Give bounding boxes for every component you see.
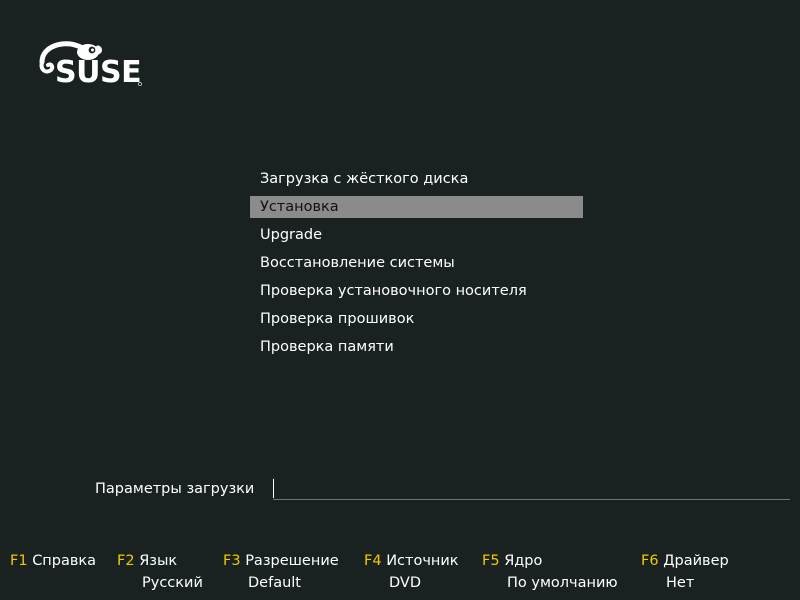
fkey-value: По умолчанию [507, 575, 618, 591]
fkey-value: DVD [389, 575, 421, 591]
fkey-driver[interactable]: F6 Драйвер Нет [641, 550, 729, 594]
fkey-source[interactable]: F4 Источник DVD [364, 550, 459, 594]
suse-logo: SUSE [38, 38, 148, 90]
menu-item-upgrade[interactable]: Upgrade [250, 224, 583, 246]
fkey-language[interactable]: F2 Язык Русский [117, 550, 203, 594]
function-key-bar: F1 Справка F2 Язык Русский F3 Разрешение… [0, 550, 800, 596]
fkey-label: Справка [32, 553, 97, 569]
fkey-value: Нет [666, 575, 695, 591]
fkey-label: Ядро [504, 553, 543, 569]
menu-item-firmware-test[interactable]: Проверка прошивок [250, 308, 583, 330]
menu-item-rescue-system[interactable]: Восстановление системы [250, 252, 583, 274]
fkey-value: Default [248, 575, 301, 591]
fkey-code: F5 [482, 553, 500, 569]
text-cursor [273, 479, 274, 498]
menu-item-memory-test[interactable]: Проверка памяти [250, 336, 583, 358]
fkey-code: F3 [223, 553, 241, 569]
fkey-label: Драйвер [663, 553, 729, 569]
fkey-kernel[interactable]: F5 Ядро По умолчанию [482, 550, 618, 594]
boot-options-label: Параметры загрузки [95, 481, 255, 497]
menu-item-boot-from-hard-disk[interactable]: Загрузка с жёсткого диска [250, 168, 583, 190]
fkey-code: F4 [364, 553, 382, 569]
fkey-help[interactable]: F1 Справка [10, 550, 96, 572]
boot-options-input[interactable] [273, 478, 790, 500]
fkey-code: F6 [641, 553, 659, 569]
fkey-label: Источник [386, 553, 459, 569]
suse-wordmark: SUSE [55, 55, 142, 90]
fkey-resolution[interactable]: F3 Разрешение Default [223, 550, 339, 594]
menu-item-installation[interactable]: Установка [250, 196, 583, 218]
fkey-code: F1 [10, 553, 28, 569]
fkey-value: Русский [142, 575, 203, 591]
boot-options: Параметры загрузки [95, 478, 790, 501]
menu-item-check-installation-media[interactable]: Проверка установочного носителя [250, 280, 583, 302]
boot-menu: Загрузка с жёсткого диска Установка Upgr… [250, 168, 583, 364]
fkey-code: F2 [117, 553, 135, 569]
fkey-label: Разрешение [245, 553, 339, 569]
fkey-label: Язык [139, 553, 178, 569]
